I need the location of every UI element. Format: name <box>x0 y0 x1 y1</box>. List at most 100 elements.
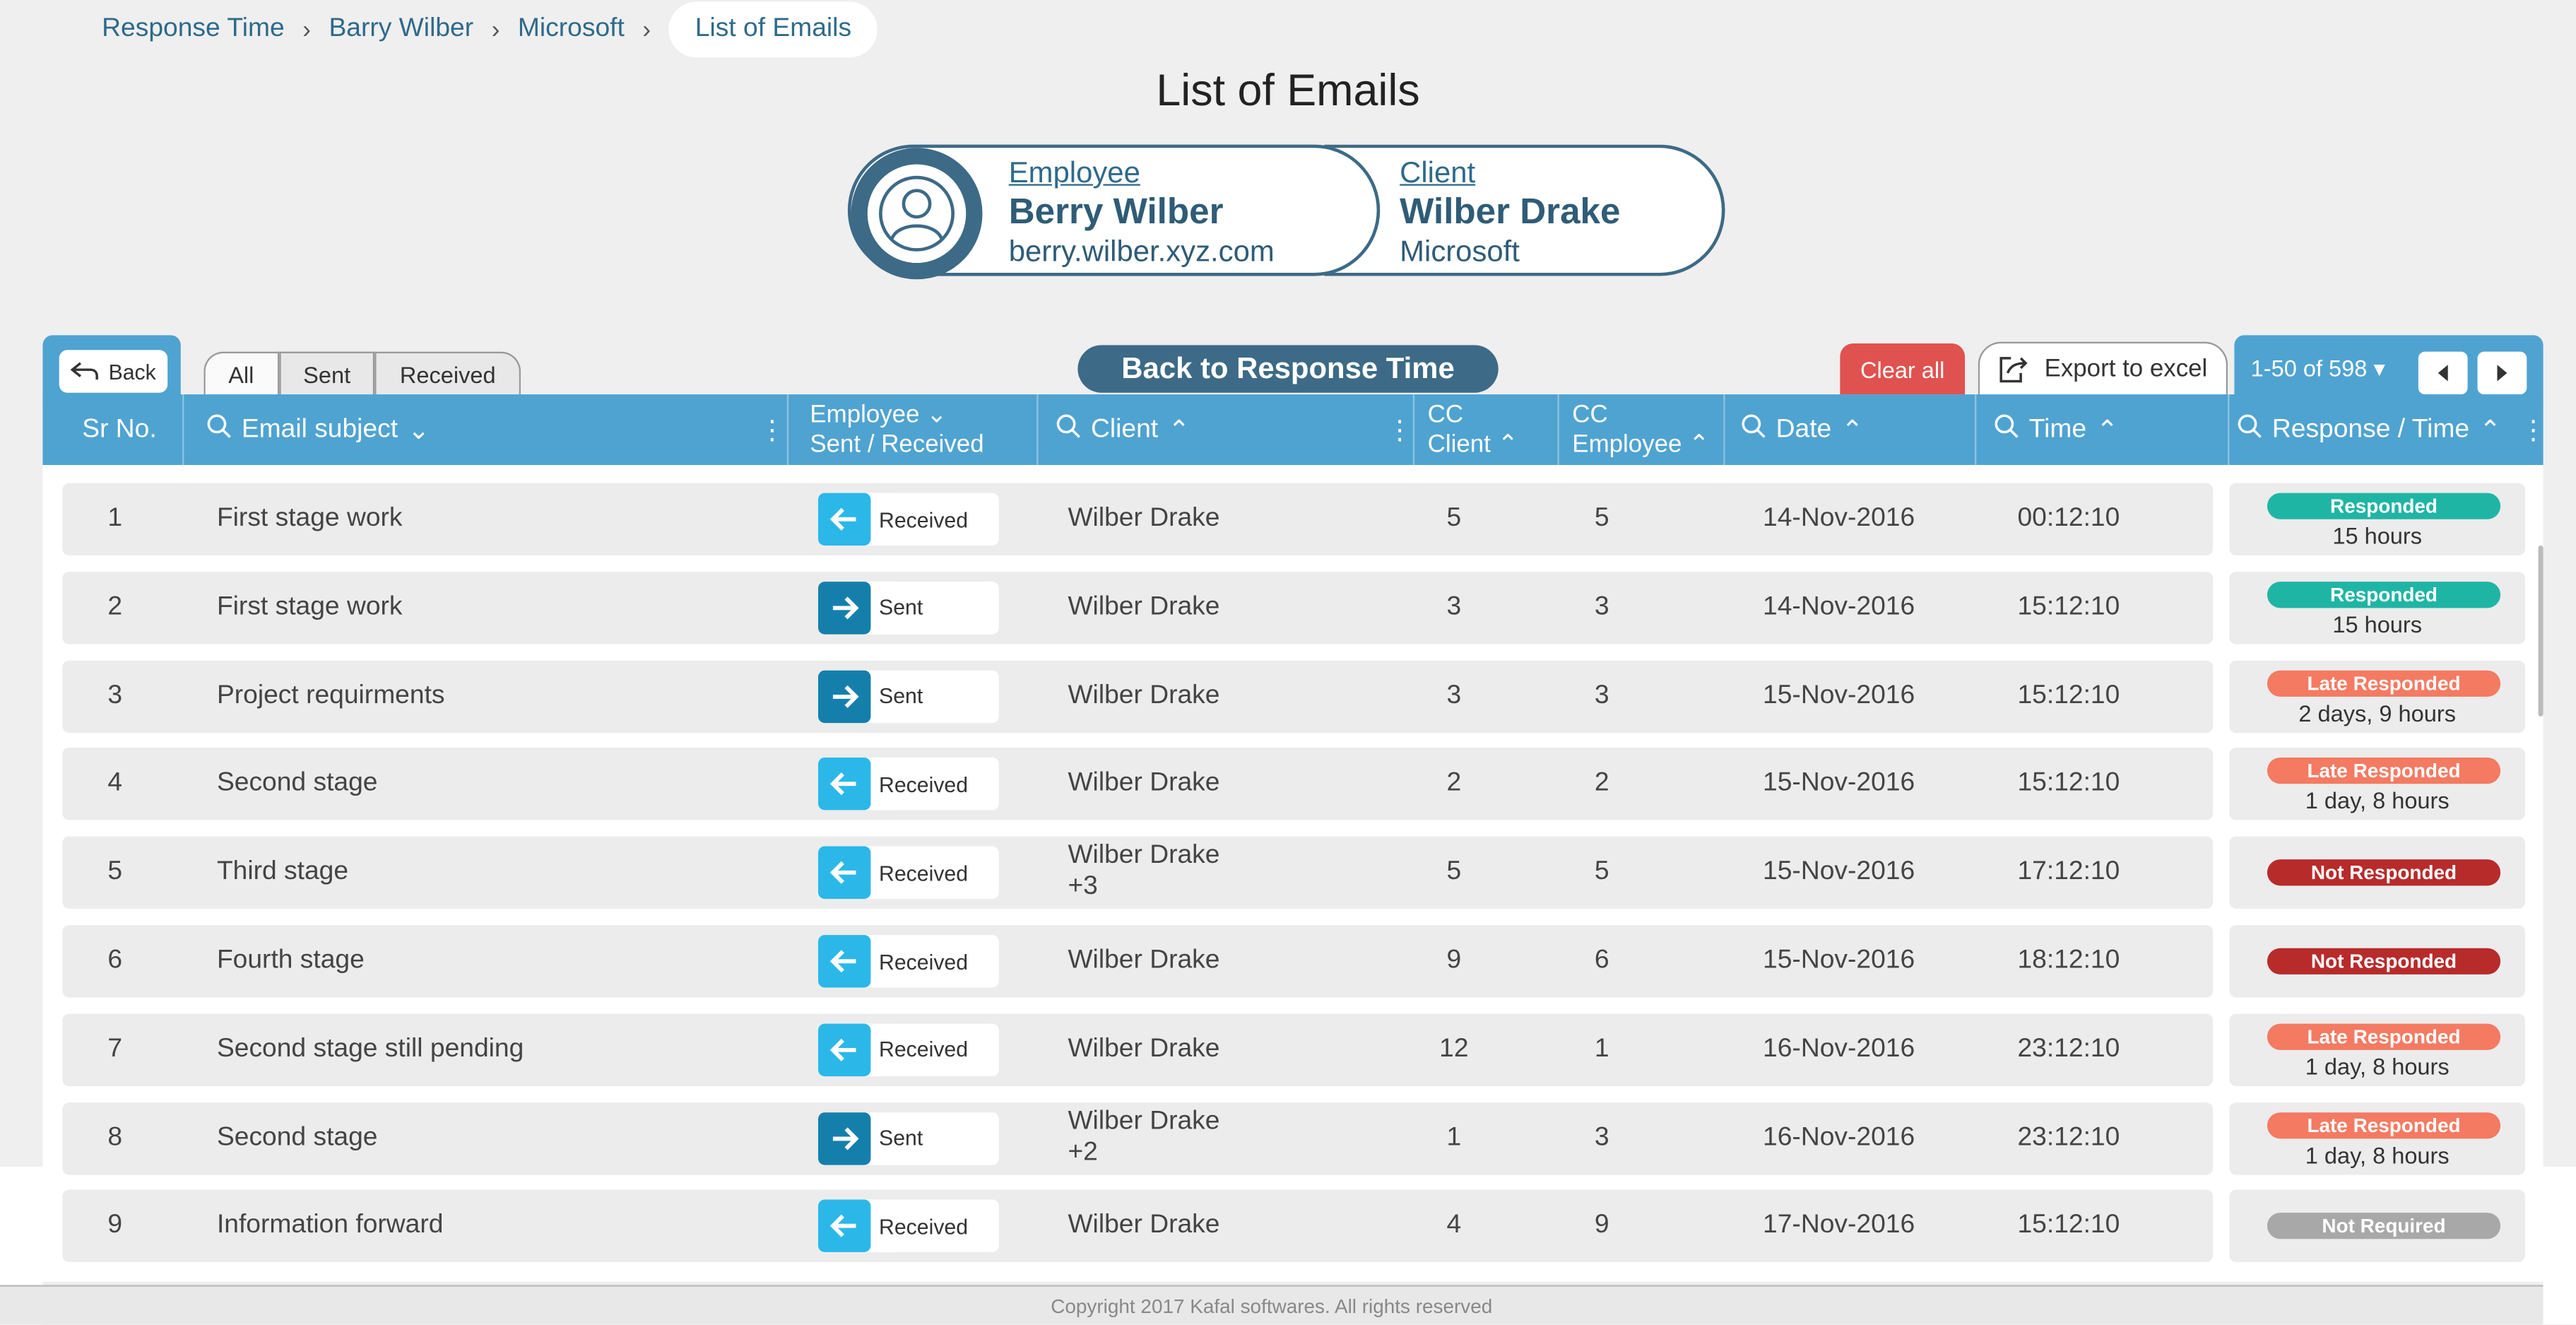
client-name: Wilber Drake <box>1068 1107 1220 1135</box>
breadcrumb-client[interactable]: Microsoft <box>518 15 625 45</box>
table-row[interactable]: 6 Fourth stage Received Wilber Drake 9 6 15-No… <box>62 925 2214 998</box>
client-extra-count[interactable]: +2 <box>1068 1136 1219 1167</box>
table-row[interactable]: 8 Second stage Sent Wilber Drake +2 1 3 16-Nov-… <box>62 1102 2214 1174</box>
client-label[interactable]: Client <box>1400 155 1620 191</box>
col-employee[interactable]: Employee ⌄ Sent / Received <box>810 394 983 465</box>
cc-employee: 5 <box>1594 858 1609 886</box>
arrow-left-icon <box>817 1023 871 1076</box>
kebab-menu-icon[interactable]: ⋮ <box>2520 414 2546 447</box>
email-subject[interactable]: Second stage <box>217 1102 378 1174</box>
col-response-time-label: Response / Time <box>2271 415 2470 443</box>
col-email-subject[interactable]: Email subject ⌄ <box>207 394 430 465</box>
table-row[interactable]: 9 Information forward Received Wilber Drake… <box>62 1190 2214 1263</box>
col-cc-client[interactable]: CC Client ⌃ <box>1428 394 1518 465</box>
vertical-scrollbar[interactable] <box>2538 545 2543 717</box>
col-cc-employee[interactable]: CC Employee ⌃ <box>1572 394 1709 465</box>
cc-employee: 5 <box>1594 504 1609 533</box>
tab-received[interactable]: Received <box>375 351 521 395</box>
client-company: Microsoft <box>1400 235 1520 269</box>
client-extra-count[interactable]: +3 <box>1068 871 1219 902</box>
client-cell: Wilber Drake +3 <box>1068 837 1219 909</box>
clear-all-button[interactable]: Clear all <box>1840 343 1966 395</box>
email-subject[interactable]: Fourth stage <box>217 925 365 997</box>
tab-all[interactable]: All <box>203 351 279 395</box>
status-badge: Responded <box>2267 493 2501 519</box>
sr-no: 9 <box>107 1211 123 1240</box>
table-row[interactable]: 3 Project requirments Sent Wilber Drake 3 3 15… <box>62 659 2214 733</box>
direction-badge: Received <box>817 1023 999 1076</box>
status-badge: Late Responded <box>2267 1112 2501 1138</box>
export-excel-button[interactable]: Export to excel <box>1978 341 2228 395</box>
email-subject[interactable]: Second stage still pending <box>217 1013 524 1085</box>
triangle-right-icon <box>2497 365 2507 382</box>
arrow-right-icon <box>817 669 871 723</box>
chevron-right-icon: › <box>491 16 500 44</box>
status-badge: Late Responded <box>2267 758 2501 785</box>
next-page-button[interactable] <box>2477 351 2527 395</box>
prev-page-button[interactable] <box>2418 351 2468 395</box>
breadcrumb-employee[interactable]: Barry Wilber <box>329 15 473 45</box>
table-row[interactable]: 5 Third stage Received Wilber Drake +3 5 5 15-N… <box>62 837 2214 909</box>
status-badge: Not Required <box>2267 1213 2501 1240</box>
col-response-time[interactable]: Response / Time ⌃ <box>2238 394 2501 465</box>
employee-name: Berry Wilber <box>1008 190 1224 232</box>
kebab-menu-icon[interactable]: ⋮ <box>759 414 785 447</box>
client-name: Wilber Drake <box>1068 681 1220 709</box>
response-cell: Late Responded 1 day, 8 hours <box>2229 748 2525 821</box>
arrow-left-icon <box>817 935 871 988</box>
direction-label: Sent <box>879 683 923 709</box>
tab-sent[interactable]: Sent <box>278 351 376 395</box>
col-client[interactable]: Client ⌃ <box>1056 394 1190 465</box>
email-subject[interactable]: First stage work <box>217 483 403 555</box>
email-subject[interactable]: First stage work <box>217 572 403 644</box>
direction-label: Received <box>879 948 969 974</box>
col-time[interactable]: Time ⌃ <box>1995 394 2118 465</box>
direction-label: Received <box>879 772 969 797</box>
time: 15:12:10 <box>2017 592 2120 621</box>
col-time-label: Time <box>2028 415 2087 443</box>
client-name: Wilber Drake <box>1068 946 1220 974</box>
direction-badge: Sent <box>817 669 999 723</box>
response-cell: Late Responded 2 days, 9 hours <box>2229 659 2525 733</box>
cc-employee: 2 <box>1594 770 1609 798</box>
arrow-left-icon <box>817 493 871 546</box>
time: 17:12:10 <box>2017 858 2120 886</box>
response-duration: 15 hours <box>2332 522 2423 549</box>
employee-label[interactable]: Employee <box>1009 155 1275 191</box>
col-cc-employee-sublabel: Employee ⌃ <box>1572 430 1710 458</box>
back-label: Back <box>108 359 156 384</box>
response-duration: 1 day, 8 hours <box>2305 1141 2450 1168</box>
email-subject[interactable]: Second stage <box>217 748 378 820</box>
response-cell: Not Responded <box>2229 837 2525 909</box>
client-cell: Wilber Drake <box>1068 925 1219 997</box>
col-email-subject-label: Email subject <box>241 415 398 443</box>
table-row[interactable]: 4 Second stage Received Wilber Drake 2 2 15-No… <box>62 748 2214 821</box>
col-date-label: Date <box>1776 415 1832 443</box>
back-button[interactable]: Back <box>59 350 168 393</box>
response-cell: Late Responded 1 day, 8 hours <box>2229 1013 2525 1086</box>
table-row[interactable]: 7 Second stage still pending Received Wilbe… <box>62 1013 2214 1086</box>
table-row[interactable]: 1 First stage work Received Wilber Drake 5 5 1… <box>62 483 2214 555</box>
email-subject[interactable]: Third stage <box>217 837 348 909</box>
back-to-response-time-button[interactable]: Back to Response Time <box>1077 345 1499 393</box>
chevron-right-icon: › <box>642 16 651 44</box>
email-subject[interactable]: Information forward <box>217 1190 444 1262</box>
time: 18:12:10 <box>2017 946 2120 974</box>
kebab-menu-icon[interactable]: ⋮ <box>1387 414 1413 447</box>
col-date[interactable]: Date ⌃ <box>1742 394 1863 465</box>
caret-down-icon: ▾ <box>2373 355 2385 382</box>
chevron-up-icon: ⌃ <box>1689 430 1710 458</box>
arrow-left-icon <box>817 846 871 900</box>
col-cc-employee-label: CC <box>1572 400 1608 428</box>
arrow-left-icon <box>817 1200 871 1253</box>
pager-range-select[interactable]: 1-50 of 598 ▾ <box>2251 355 2385 383</box>
cc-employee: 9 <box>1594 1211 1609 1240</box>
email-subject[interactable]: Project requirments <box>217 660 445 732</box>
status-badge: Responded <box>2267 581 2501 608</box>
breadcrumb-response-time[interactable]: Response Time <box>102 15 285 45</box>
cc-employee: 3 <box>1594 681 1609 709</box>
employee-email: berry.wilber.xyz.com <box>1008 235 1275 269</box>
cc-employee: 3 <box>1594 1123 1609 1152</box>
table-row[interactable]: 2 First stage work Sent Wilber Drake 3 3 14-No… <box>62 571 2214 644</box>
date: 15-Nov-2016 <box>1763 770 1915 798</box>
